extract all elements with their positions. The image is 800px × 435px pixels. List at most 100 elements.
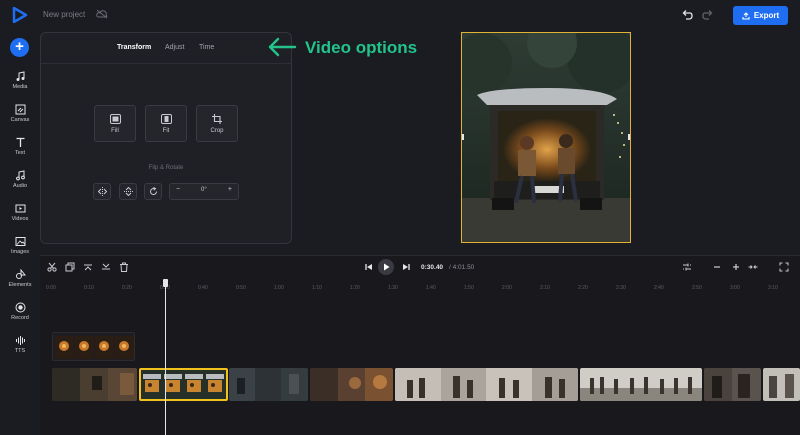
sidebar-item-audio[interactable]: Audio <box>0 170 40 200</box>
sidebar-item-label: Text <box>14 150 26 156</box>
ruler-tick: 1:50 <box>464 285 474 291</box>
trash-icon[interactable] <box>119 262 129 272</box>
fill-icon <box>110 114 121 124</box>
zoom-in-icon[interactable] <box>731 262 741 272</box>
upload-icon <box>742 11 750 20</box>
redo-icon[interactable] <box>702 9 714 21</box>
clip-thumbnail <box>229 368 308 401</box>
project-name[interactable]: New project <box>43 10 85 19</box>
sidebar: + Media Canvas Text Audio Videos Images … <box>0 31 40 435</box>
fit-icon <box>161 114 172 124</box>
ruler-tick: 0:00 <box>46 285 56 291</box>
video-icon <box>15 204 25 213</box>
logo-icon[interactable] <box>12 7 28 23</box>
add-media-button[interactable]: + <box>10 38 29 57</box>
ruler-tick: 1:20 <box>350 285 360 291</box>
scissors-icon[interactable] <box>47 262 57 272</box>
resize-handle-left[interactable] <box>462 134 464 140</box>
undo-icon[interactable] <box>681 9 693 21</box>
sidebar-item-label: Images <box>10 249 30 255</box>
sidebar-item-tts[interactable]: TTS <box>0 335 40 365</box>
play-button[interactable] <box>378 259 394 275</box>
flip-horizontal-button[interactable] <box>93 183 111 200</box>
music-note-icon <box>16 71 24 81</box>
crop-button[interactable]: Crop <box>196 105 238 142</box>
move-down-icon[interactable] <box>101 262 111 272</box>
arrow-left-icon <box>268 37 297 57</box>
video-clip[interactable] <box>763 368 800 401</box>
ruler-tick: 1:00 <box>274 285 284 291</box>
rotate-minus-button[interactable]: − <box>176 186 180 193</box>
ruler-tick: 2:30 <box>616 285 626 291</box>
rotate-plus-button[interactable]: + <box>228 186 232 193</box>
video-clip[interactable] <box>395 368 578 401</box>
tab-transform[interactable]: Transform <box>117 44 151 51</box>
clip-thumbnail <box>141 370 226 399</box>
timeline-toolbar: 0:30.40 / 4:01.50 <box>40 256 800 278</box>
sidebar-item-elements[interactable]: Elements <box>0 269 40 299</box>
flip-vertical-icon <box>124 187 133 196</box>
image-icon <box>15 237 25 246</box>
video-preview[interactable] <box>461 32 631 243</box>
playhead-handle[interactable] <box>163 279 168 287</box>
video-clip[interactable] <box>229 368 308 401</box>
fill-label: Fill <box>111 128 119 134</box>
ruler-tick: 0:20 <box>122 285 132 291</box>
video-clip[interactable] <box>580 368 702 401</box>
fill-button[interactable]: Fill <box>94 105 136 142</box>
video-clip[interactable] <box>310 368 393 401</box>
tab-adjust[interactable]: Adjust <box>165 44 184 51</box>
options-tabs: Transform Adjust Time <box>41 33 291 64</box>
rotation-value[interactable]: 0° <box>201 187 207 193</box>
video-clip[interactable] <box>704 368 761 401</box>
skip-back-icon[interactable] <box>364 262 374 272</box>
ruler-tick: 1:30 <box>388 285 398 291</box>
flip-vertical-button[interactable] <box>119 183 137 200</box>
rotation-stepper[interactable]: − 0° + <box>169 183 239 200</box>
ruler-tick: 1:10 <box>312 285 322 291</box>
sidebar-item-label: Audio <box>12 183 28 189</box>
flip-rotate-heading: Flip & Rotate <box>148 165 184 171</box>
sidebar-item-label: Canvas <box>10 117 30 123</box>
sidebar-item-record[interactable]: Record <box>0 302 40 332</box>
overlay-clip[interactable] <box>52 332 135 361</box>
zoom-out-icon[interactable] <box>712 262 722 272</box>
skip-forward-icon[interactable] <box>401 262 411 272</box>
ruler-tick: 1:40 <box>426 285 436 291</box>
sidebar-item-media[interactable]: Media <box>0 71 40 101</box>
ruler-tick: 2:20 <box>578 285 588 291</box>
rotate-button[interactable] <box>144 183 162 200</box>
sidebar-item-canvas[interactable]: Canvas <box>0 104 40 134</box>
export-button[interactable]: Export <box>733 6 788 25</box>
audio-icon <box>15 170 25 181</box>
fit-timeline-icon[interactable] <box>748 262 758 272</box>
duplicate-icon[interactable] <box>65 262 75 272</box>
video-editor: New project Export + Media Canvas Text A… <box>0 0 800 435</box>
play-icon <box>384 263 390 271</box>
elements-icon <box>15 269 26 279</box>
clip-thumbnail <box>395 368 578 401</box>
sidebar-item-label: Media <box>12 84 28 90</box>
flip-horizontal-icon <box>98 187 107 196</box>
canvas-icon <box>15 104 25 115</box>
crop-label: Crop <box>210 128 224 134</box>
move-up-icon[interactable] <box>83 262 93 272</box>
tab-time[interactable]: Time <box>199 44 214 51</box>
split-view-icon[interactable] <box>682 262 692 272</box>
time-ruler[interactable]: 0:00 0:10 0:20 0:30 0:40 0:50 1:00 1:10 … <box>40 281 800 295</box>
fullscreen-icon[interactable] <box>779 262 789 272</box>
ruler-tick: 2:50 <box>692 285 702 291</box>
fit-button[interactable]: Fit <box>145 105 187 142</box>
video-clip-selected[interactable] <box>139 368 228 401</box>
fit-label: Fit <box>162 128 170 134</box>
video-clip[interactable] <box>52 368 137 401</box>
clip-thumbnail <box>763 368 800 401</box>
ruler-tick: 2:40 <box>654 285 664 291</box>
sidebar-item-videos[interactable]: Videos <box>0 203 40 233</box>
playhead-line[interactable] <box>165 280 166 435</box>
ruler-tick: 0:50 <box>236 285 246 291</box>
resize-handle-right[interactable] <box>628 134 630 140</box>
sidebar-item-images[interactable]: Images <box>0 236 40 266</box>
sidebar-item-text[interactable]: Text <box>0 137 40 167</box>
sidebar-item-label: TTS <box>14 348 26 354</box>
